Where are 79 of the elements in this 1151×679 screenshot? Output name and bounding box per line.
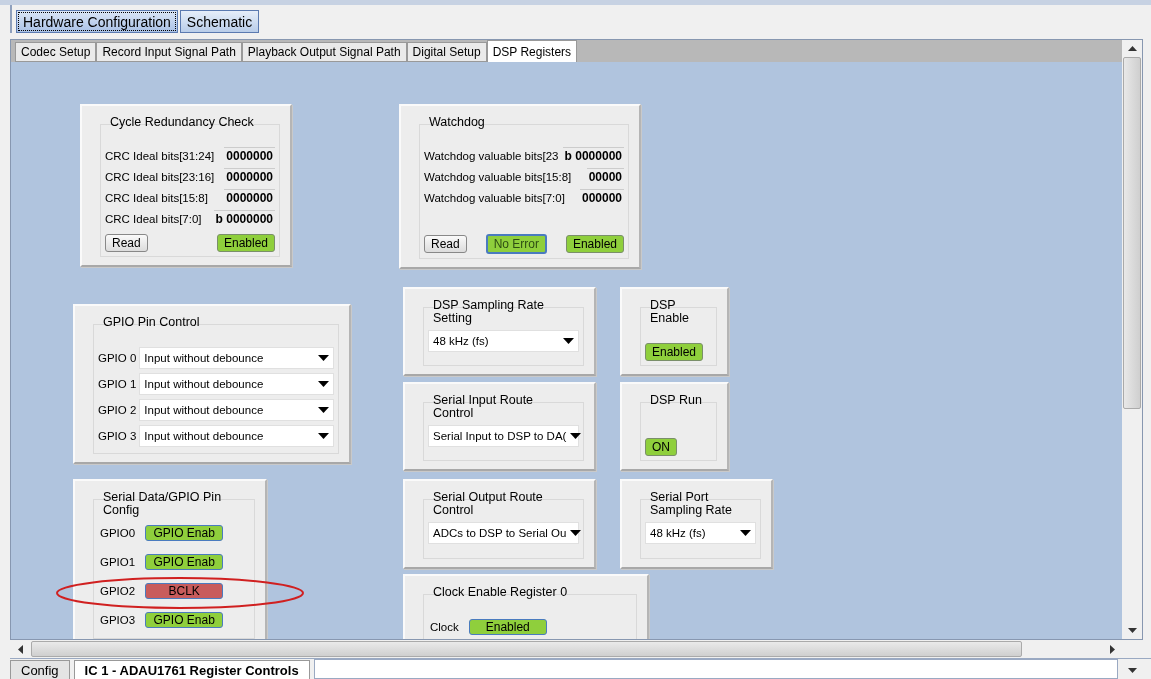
main-tab[interactable]: Hardware Configuration	[16, 10, 178, 33]
toggle-button[interactable]: Enabled	[565, 235, 624, 253]
dropdown[interactable]: Input without debounce	[139, 373, 334, 395]
group-title: DSP Run	[649, 394, 703, 407]
dropdown[interactable]: Input without debounce	[139, 347, 334, 369]
caret-icon[interactable]	[1128, 668, 1137, 673]
scroll-right-icon	[1110, 644, 1115, 654]
toggle-button[interactable]: Read	[424, 235, 467, 253]
field-label: CRC Ideal bits[15:8]	[105, 191, 208, 204]
group-title: Serial Port Sampling Rate	[649, 491, 733, 517]
sub-tab[interactable]: Digital Setup	[406, 42, 487, 62]
field-label: Watchdog valuable bits[23	[424, 149, 559, 162]
caret-icon	[570, 433, 582, 439]
field-label: CRC Ideal bits[31:24]	[105, 149, 215, 162]
value-field[interactable]: 00000	[586, 168, 624, 185]
caret-icon	[318, 381, 329, 387]
field-label: Watchdog valuable bits[7:0]	[424, 191, 565, 204]
scroll-thumb[interactable]	[31, 641, 1022, 657]
text-field[interactable]	[313, 659, 1118, 679]
toggle-button[interactable]: Read	[105, 234, 148, 252]
toggle-button[interactable]: GPIO Enab	[145, 554, 224, 570]
toggle-button[interactable]: Enabled	[468, 618, 547, 635]
field-label: GPIO 2	[98, 404, 137, 416]
group-title: DSP Enable	[649, 299, 690, 325]
scroll-up-icon	[1127, 46, 1137, 51]
dropdown[interactable]: Serial Input to DSP to DA(	[428, 425, 579, 447]
toggle-button[interactable]: GPIO Enab	[145, 525, 224, 541]
value-field[interactable]: 0000000	[224, 168, 275, 185]
toggle-button[interactable]: Enabled	[216, 234, 275, 252]
toggle-button[interactable]: No Error	[485, 234, 547, 254]
sub-tab[interactable]: Playback Output Signal Path	[241, 42, 407, 62]
caret-icon	[570, 530, 582, 536]
value-field[interactable]: 0000000	[224, 147, 275, 164]
group-title: Serial Output Route Control	[432, 491, 544, 517]
sub-tab[interactable]: DSP Registers	[486, 40, 578, 62]
field-label: CRC Ideal bits[23:16]	[105, 170, 215, 183]
dropdown[interactable]: Input without debounce	[139, 399, 334, 421]
group-title: Serial Data/GPIO Pin Config	[102, 491, 223, 517]
scroll-left-icon	[18, 644, 23, 654]
dropdown[interactable]: 48 kHz (fs)	[428, 330, 579, 352]
group-title: Watchdog	[428, 116, 486, 129]
toggle-button[interactable]: BCLK	[145, 583, 224, 599]
group-title: Serial Input Route Control	[432, 394, 535, 420]
value-field[interactable]: b 0000000	[213, 210, 275, 227]
scroll-down-icon	[1127, 628, 1137, 633]
document-tab[interactable]: IC 1 - ADAU1761 Register Controls	[73, 660, 310, 679]
field-label: Watchdog valuable bits[15:8]	[424, 170, 572, 183]
group-title: GPIO Pin Control	[102, 316, 201, 329]
dropdown[interactable]: Input without debounce	[139, 425, 334, 447]
sub-tab[interactable]: Codec Setup	[15, 42, 97, 62]
dropdown[interactable]: 48 kHz (fs)	[645, 522, 756, 544]
main-tab[interactable]: Schematic	[179, 10, 260, 33]
caret-icon	[318, 407, 329, 413]
pin-label: GPIO2	[100, 585, 136, 597]
field-label: GPIO 0	[98, 352, 137, 364]
value-field[interactable]: 0000000	[224, 189, 275, 206]
field-label: GPIO 3	[98, 430, 137, 442]
caret-icon	[318, 355, 329, 361]
field-label: CRC Ideal bits[7:0]	[105, 212, 202, 225]
scroll-thumb[interactable]	[1123, 57, 1141, 409]
group-title: Cycle Redundancy Check	[109, 116, 255, 129]
toggle-button[interactable]: Enabled	[645, 343, 704, 361]
pin-label: GPIO0	[100, 527, 136, 539]
group-title: Clock Enable Register 0	[432, 586, 569, 599]
toggle-button[interactable]: GPIO Enab	[145, 612, 224, 628]
toggle-button[interactable]: ON	[645, 438, 677, 456]
caret-icon	[318, 433, 329, 439]
value-field[interactable]: 000000	[579, 189, 624, 206]
pin-label: GPIO1	[100, 556, 136, 568]
dropdown[interactable]: ADCs to DSP to Serial Ou	[428, 522, 579, 544]
group-title: DSP Sampling Rate Setting	[432, 299, 545, 325]
sub-tab[interactable]: Record Input Signal Path	[96, 42, 242, 62]
pin-label: Clock	[430, 620, 459, 633]
value-field[interactable]: b 0000000	[562, 147, 624, 164]
pin-label: GPIO3	[100, 614, 136, 626]
document-tab[interactable]: Config	[10, 660, 70, 679]
field-label: GPIO 1	[98, 378, 137, 390]
caret-icon	[740, 530, 751, 536]
caret-icon	[563, 338, 574, 344]
